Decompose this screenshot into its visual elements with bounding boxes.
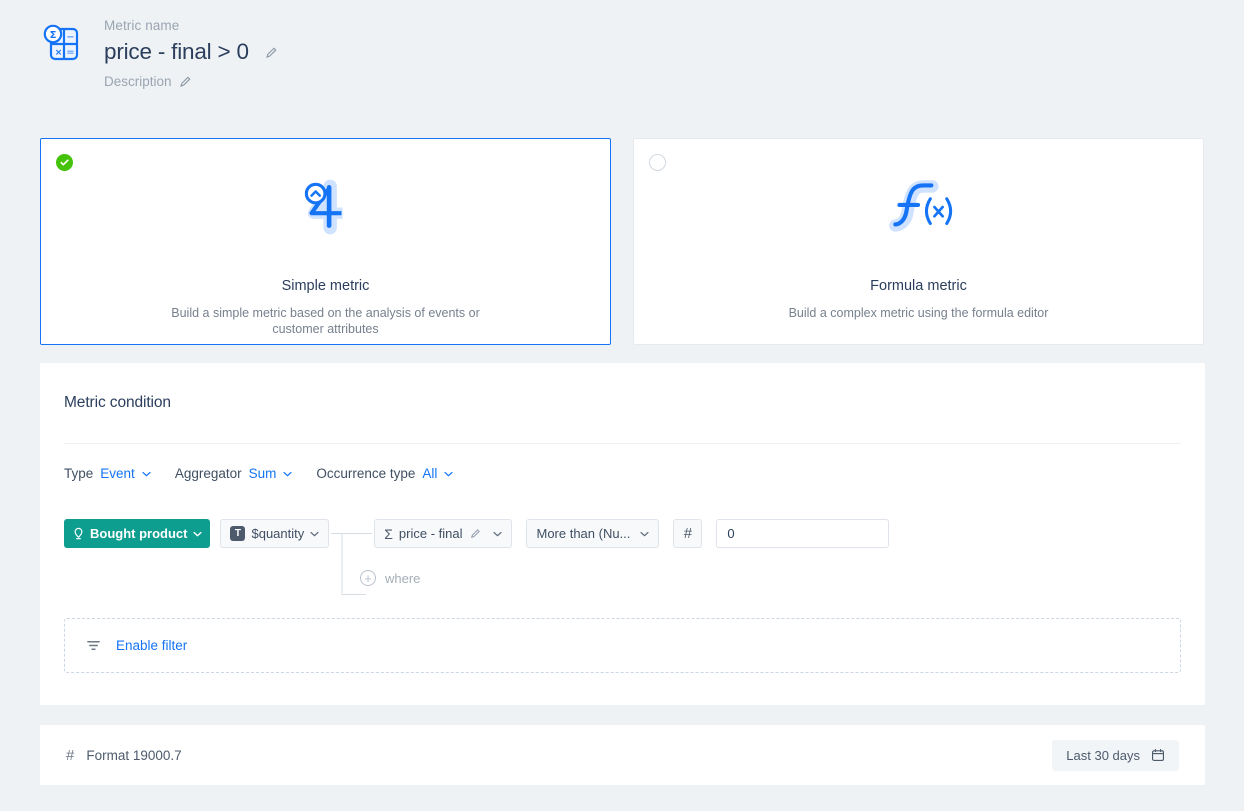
number-four-icon (295, 171, 357, 243)
operator-chip[interactable]: More than (Nu... (526, 519, 659, 548)
check-circle-icon[interactable] (56, 154, 73, 171)
sigma-icon: Σ (384, 527, 393, 541)
format-label: Format 19000.7 (86, 748, 181, 763)
enable-filter-box[interactable]: Enable filter (64, 618, 1181, 673)
svg-text:−: − (66, 32, 74, 43)
card-subtitle: Build a complex metric using the formula… (789, 306, 1049, 322)
function-fx-icon (883, 171, 955, 243)
value-input[interactable] (716, 519, 889, 548)
aggregate-chip-label: price - final (399, 526, 463, 541)
chevron-down-icon[interactable] (283, 471, 292, 477)
event-chip[interactable]: Bought product (64, 519, 210, 548)
condition-selectors: Type Event Aggregator Sum Occurrence typ… (64, 466, 453, 481)
page-title: price - final > 0 (104, 39, 249, 65)
selector-value[interactable]: Sum (249, 466, 277, 481)
divider (64, 443, 1181, 444)
card-subtitle: Build a simple metric based on the analy… (161, 306, 491, 337)
metric-name-label: Metric name (104, 16, 278, 36)
card-title: Simple metric (282, 278, 370, 294)
footer-bar: # Format 19000.7 Last 30 days (40, 725, 1205, 785)
svg-text:=: = (66, 47, 74, 58)
builder-connector (329, 519, 374, 548)
section-title: Metric condition (64, 394, 171, 412)
event-chip-label: Bought product (90, 526, 187, 541)
add-where-row[interactable]: + where (360, 570, 889, 586)
condition-builder: Bought product T $quantity Σ (64, 519, 889, 586)
tag-icon (73, 527, 84, 540)
selector-occurrence-type[interactable]: Occurrence type All (316, 466, 453, 481)
svg-text:×: × (55, 48, 63, 58)
chevron-down-icon[interactable] (142, 471, 151, 477)
metric-header: − × = Σ Metric name price - final > 0 De… (40, 16, 278, 89)
date-range-label: Last 30 days (1066, 748, 1140, 763)
filter-icon (86, 638, 101, 653)
metric-type-card-formula[interactable]: Formula metric Build a complex metric us… (633, 138, 1204, 345)
where-label: where (385, 571, 420, 586)
metric-condition-panel: Metric condition Type Event Aggregator S… (40, 363, 1205, 705)
selector-value[interactable]: Event (100, 466, 135, 481)
date-range-button[interactable]: Last 30 days (1052, 740, 1179, 771)
hash-icon: # (66, 748, 74, 763)
selector-label: Aggregator (175, 466, 242, 481)
description-label: Description (104, 74, 172, 89)
selector-type[interactable]: Type Event (64, 466, 151, 481)
svg-text:Σ: Σ (50, 30, 57, 41)
pencil-icon[interactable] (470, 528, 481, 539)
hash-icon[interactable]: # (673, 519, 702, 548)
metric-type-cards: Simple metric Build a simple metric base… (40, 138, 1204, 345)
chevron-down-icon[interactable] (310, 531, 319, 537)
chevron-down-icon[interactable] (444, 471, 453, 477)
pencil-icon[interactable] (265, 46, 278, 59)
plus-circle-icon[interactable]: + (360, 570, 376, 586)
format-button[interactable]: # Format 19000.7 (66, 748, 182, 763)
text-type-icon: T (230, 526, 245, 541)
radio-empty-icon[interactable] (649, 154, 666, 171)
attribute-chip[interactable]: T $quantity (220, 519, 329, 548)
selector-label: Type (64, 466, 93, 481)
pencil-icon[interactable] (179, 75, 192, 88)
enable-filter-label: Enable filter (116, 638, 187, 653)
calculator-sigma-icon: − × = Σ (40, 22, 84, 66)
chevron-down-icon[interactable] (493, 531, 502, 537)
selector-value[interactable]: All (422, 466, 437, 481)
selector-aggregator[interactable]: Aggregator Sum (175, 466, 293, 481)
operator-chip-label: More than (Nu... (536, 526, 630, 541)
attribute-chip-label: $quantity (251, 526, 304, 541)
aggregate-chip[interactable]: Σ price - final (374, 519, 512, 548)
metric-type-card-simple[interactable]: Simple metric Build a simple metric base… (40, 138, 611, 345)
card-title: Formula metric (870, 278, 967, 294)
calendar-icon (1151, 748, 1165, 762)
chevron-down-icon[interactable] (640, 531, 649, 537)
selector-label: Occurrence type (316, 466, 415, 481)
chevron-down-icon[interactable] (193, 531, 202, 537)
